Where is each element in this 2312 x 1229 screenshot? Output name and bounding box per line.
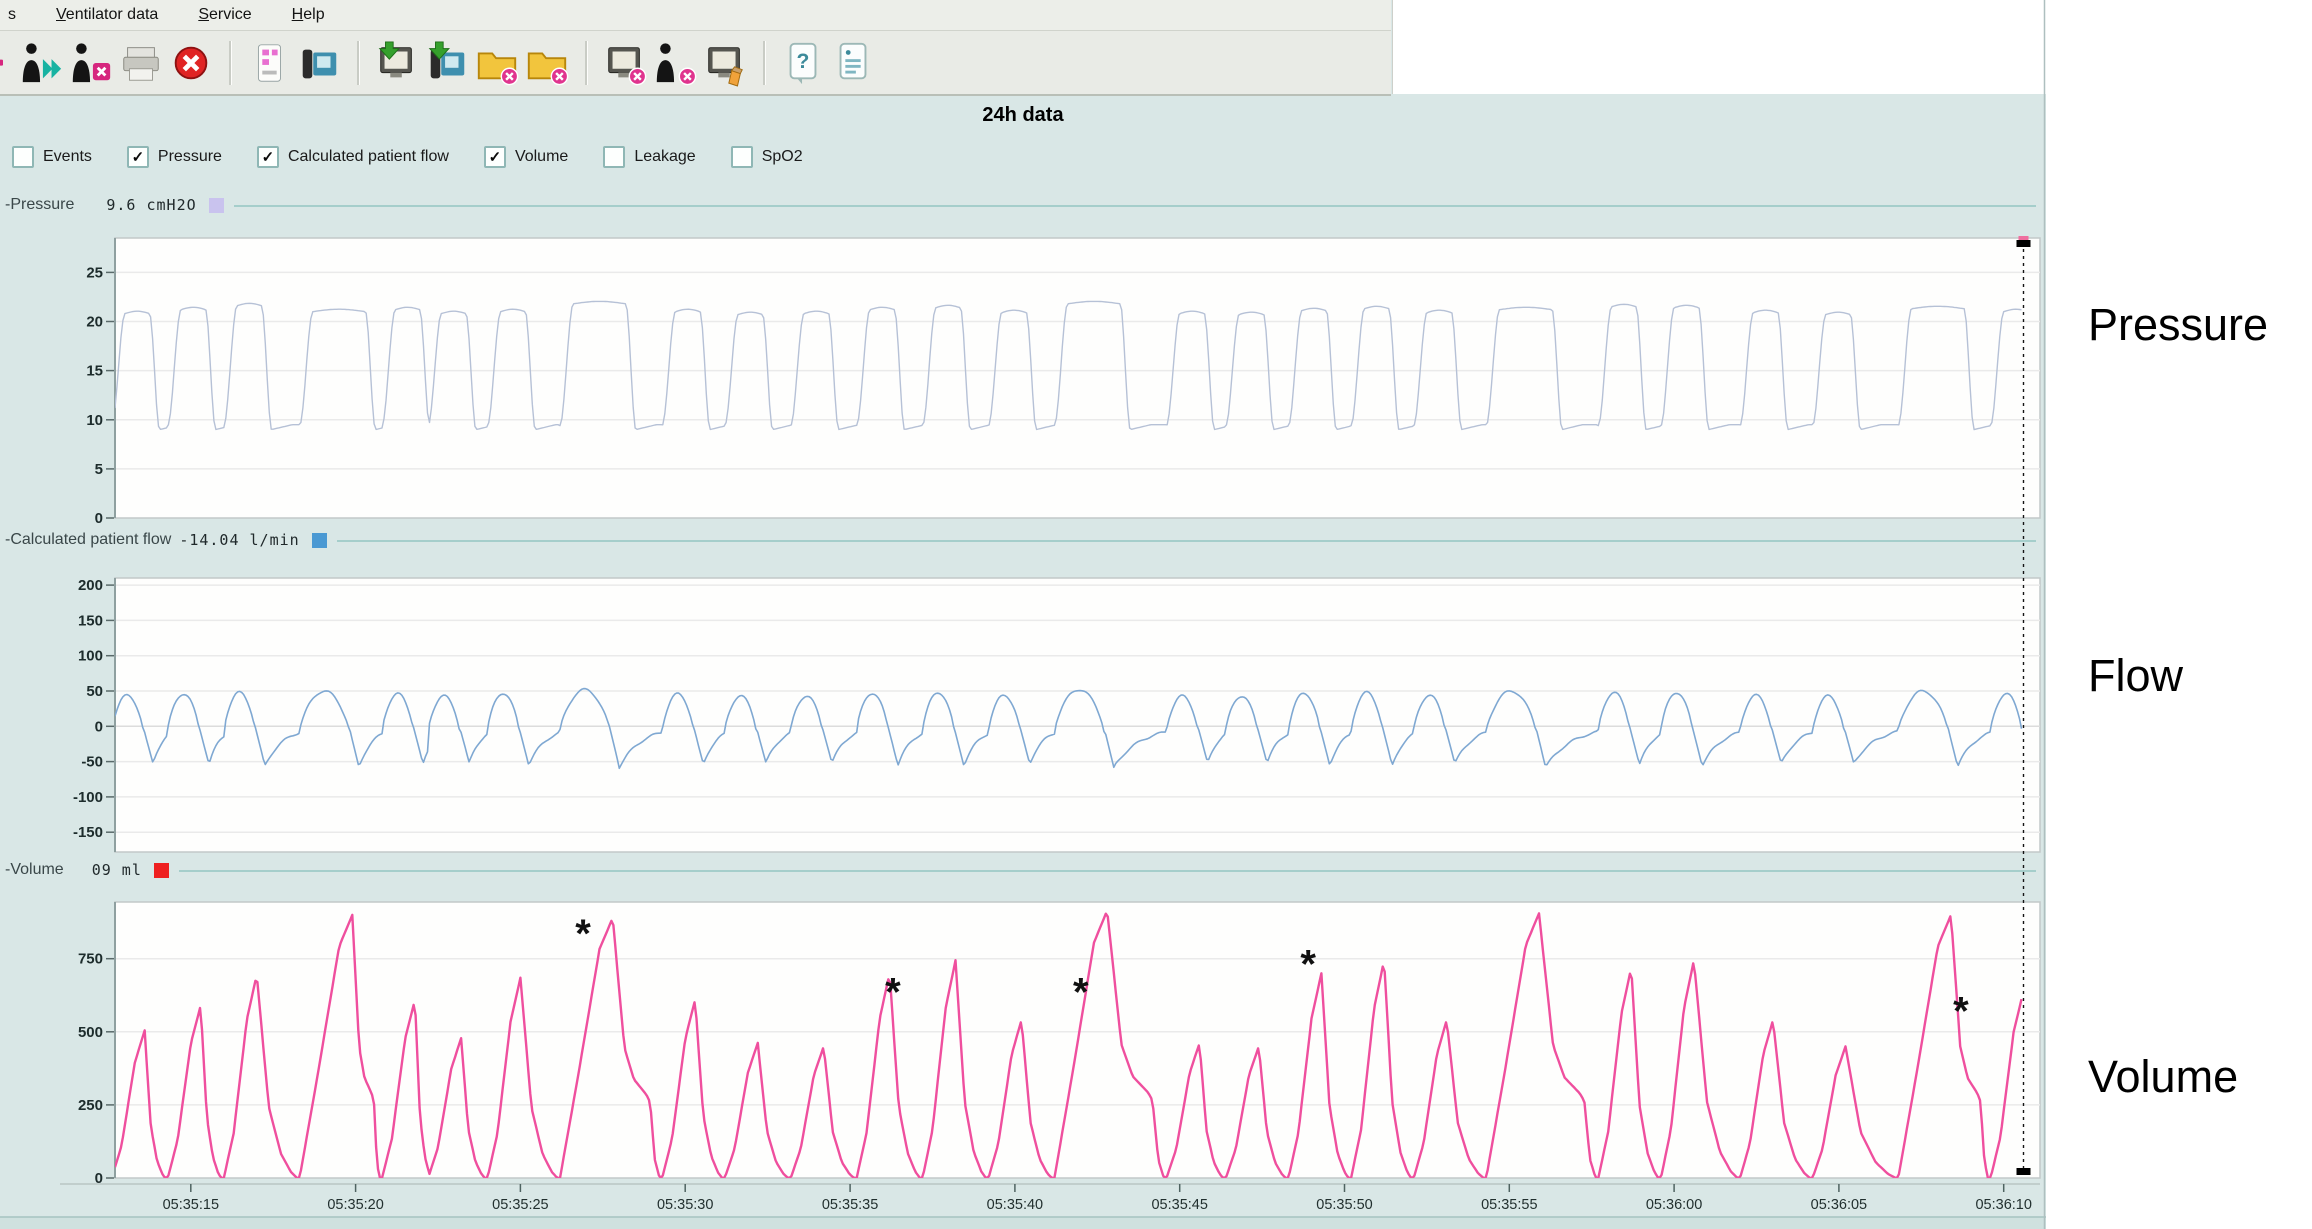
svg-text:50: 50 bbox=[86, 683, 103, 700]
svg-text:*: * bbox=[1073, 970, 1089, 1014]
app-window: s Ventilator data Service Help ? 24h dat… bbox=[0, 0, 2046, 1229]
svg-text:*: * bbox=[885, 970, 901, 1014]
svg-text:10: 10 bbox=[86, 412, 103, 429]
svg-text:750: 750 bbox=[78, 951, 103, 968]
svg-text:20: 20 bbox=[86, 314, 103, 331]
svg-text:05:35:40: 05:35:40 bbox=[987, 1197, 1043, 1213]
svg-text:-50: -50 bbox=[81, 754, 103, 771]
svg-text:250: 250 bbox=[78, 1097, 103, 1114]
svg-text:-150: -150 bbox=[73, 824, 103, 841]
svg-text:15: 15 bbox=[86, 363, 103, 380]
svg-text:0: 0 bbox=[95, 718, 103, 735]
svg-text:05:35:20: 05:35:20 bbox=[327, 1197, 383, 1213]
annotation-label-flow: Flow bbox=[2088, 650, 2183, 702]
svg-text:05:35:25: 05:35:25 bbox=[492, 1197, 548, 1213]
svg-text:5: 5 bbox=[95, 461, 103, 478]
svg-text:0: 0 bbox=[95, 510, 103, 527]
svg-text:100: 100 bbox=[78, 648, 103, 665]
svg-text:05:36:00: 05:36:00 bbox=[1646, 1197, 1702, 1213]
svg-text:200: 200 bbox=[78, 577, 103, 594]
svg-text:150: 150 bbox=[78, 612, 103, 629]
svg-text:*: * bbox=[575, 912, 591, 956]
svg-text:-100: -100 bbox=[73, 789, 103, 806]
svg-text:05:35:15: 05:35:15 bbox=[163, 1197, 219, 1213]
waveform-charts[interactable]: 0510152025-150-100-500501001502000250500… bbox=[0, 0, 2046, 1229]
svg-text:05:36:10: 05:36:10 bbox=[1975, 1197, 2031, 1213]
annotation-label-pressure: Pressure bbox=[2088, 299, 2268, 351]
svg-text:25: 25 bbox=[86, 264, 103, 281]
svg-text:05:35:50: 05:35:50 bbox=[1316, 1197, 1372, 1213]
annotation-label-volume: Volume bbox=[2088, 1051, 2238, 1103]
svg-text:05:36:05: 05:36:05 bbox=[1811, 1197, 1867, 1213]
svg-text:*: * bbox=[1953, 989, 1969, 1033]
svg-text:*: * bbox=[1300, 943, 1316, 987]
svg-text:05:35:30: 05:35:30 bbox=[657, 1197, 713, 1213]
svg-text:05:35:35: 05:35:35 bbox=[822, 1197, 878, 1213]
svg-text:500: 500 bbox=[78, 1024, 103, 1041]
svg-text:05:35:55: 05:35:55 bbox=[1481, 1197, 1537, 1213]
svg-text:05:35:45: 05:35:45 bbox=[1151, 1197, 1207, 1213]
